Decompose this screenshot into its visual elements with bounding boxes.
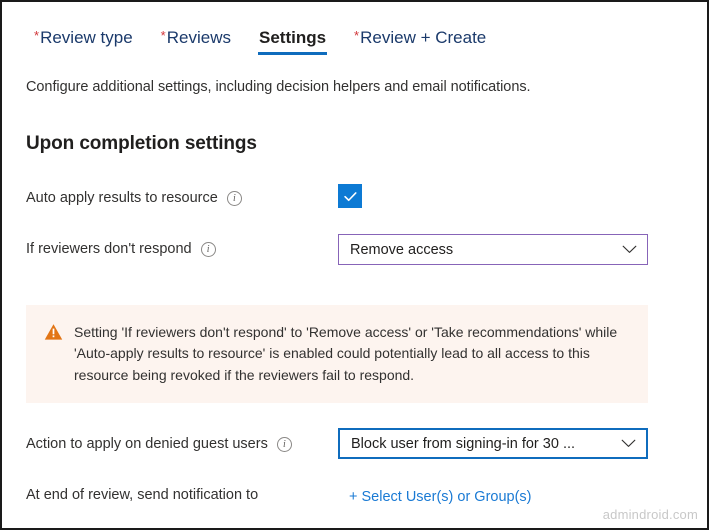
notification-label: At end of review, send notification to (26, 487, 259, 503)
tab-label: Settings (258, 28, 327, 47)
required-asterisk: * (354, 28, 360, 43)
required-asterisk: * (160, 28, 166, 43)
auto-apply-checkbox[interactable] (338, 184, 362, 208)
tab-review-create[interactable]: *Review + Create (340, 24, 500, 57)
auto-apply-label-group: Auto apply results to resource i (26, 190, 242, 206)
warning-text: Setting 'If reviewers don't respond' to … (74, 324, 618, 383)
info-icon[interactable]: i (226, 190, 242, 206)
active-tab-underline (257, 52, 328, 56)
wizard-tab-bar: *Review type *Reviews Settings *Review +… (20, 24, 500, 57)
tab-reviews[interactable]: *Reviews (147, 24, 245, 57)
page-description: Configure additional settings, including… (26, 79, 531, 95)
warning-triangle-icon (44, 324, 63, 340)
section-heading: Upon completion settings (26, 133, 257, 154)
tab-review-type[interactable]: *Review type (20, 24, 147, 57)
chevron-down-icon (622, 245, 637, 253)
chevron-down-icon (621, 439, 636, 447)
denied-guest-label-group: Action to apply on denied guest users i (26, 436, 292, 452)
tab-settings[interactable]: Settings (245, 24, 340, 57)
denied-guest-action-dropdown[interactable]: Block user from signing-in for 30 ... (338, 428, 648, 459)
select-users-or-groups-link[interactable]: + Select User(s) or Group(s) (349, 489, 532, 505)
required-asterisk: * (34, 28, 40, 43)
no-respond-label-group: If reviewers don't respond i (26, 241, 216, 257)
auto-apply-label: Auto apply results to resource (26, 190, 218, 206)
checkmark-icon (343, 191, 357, 201)
no-respond-label: If reviewers don't respond (26, 241, 192, 257)
settings-page: *Review type *Reviews Settings *Review +… (0, 0, 709, 530)
watermark: admindroid.com (602, 507, 698, 522)
warning-banner: Setting 'If reviewers don't respond' to … (26, 305, 648, 403)
tab-label: Review + Create (360, 28, 487, 47)
dropdown-value: Remove access (350, 241, 454, 258)
denied-guest-label: Action to apply on denied guest users (26, 436, 268, 452)
dropdown-value: Block user from signing-in for 30 ... (351, 435, 576, 452)
tab-label: Review type (40, 28, 133, 47)
tab-label: Reviews (166, 28, 231, 47)
info-icon[interactable]: i (200, 241, 216, 257)
info-icon[interactable]: i (276, 436, 292, 452)
if-reviewers-dont-respond-dropdown[interactable]: Remove access (338, 234, 648, 265)
notification-label-group: At end of review, send notification to (26, 487, 258, 503)
